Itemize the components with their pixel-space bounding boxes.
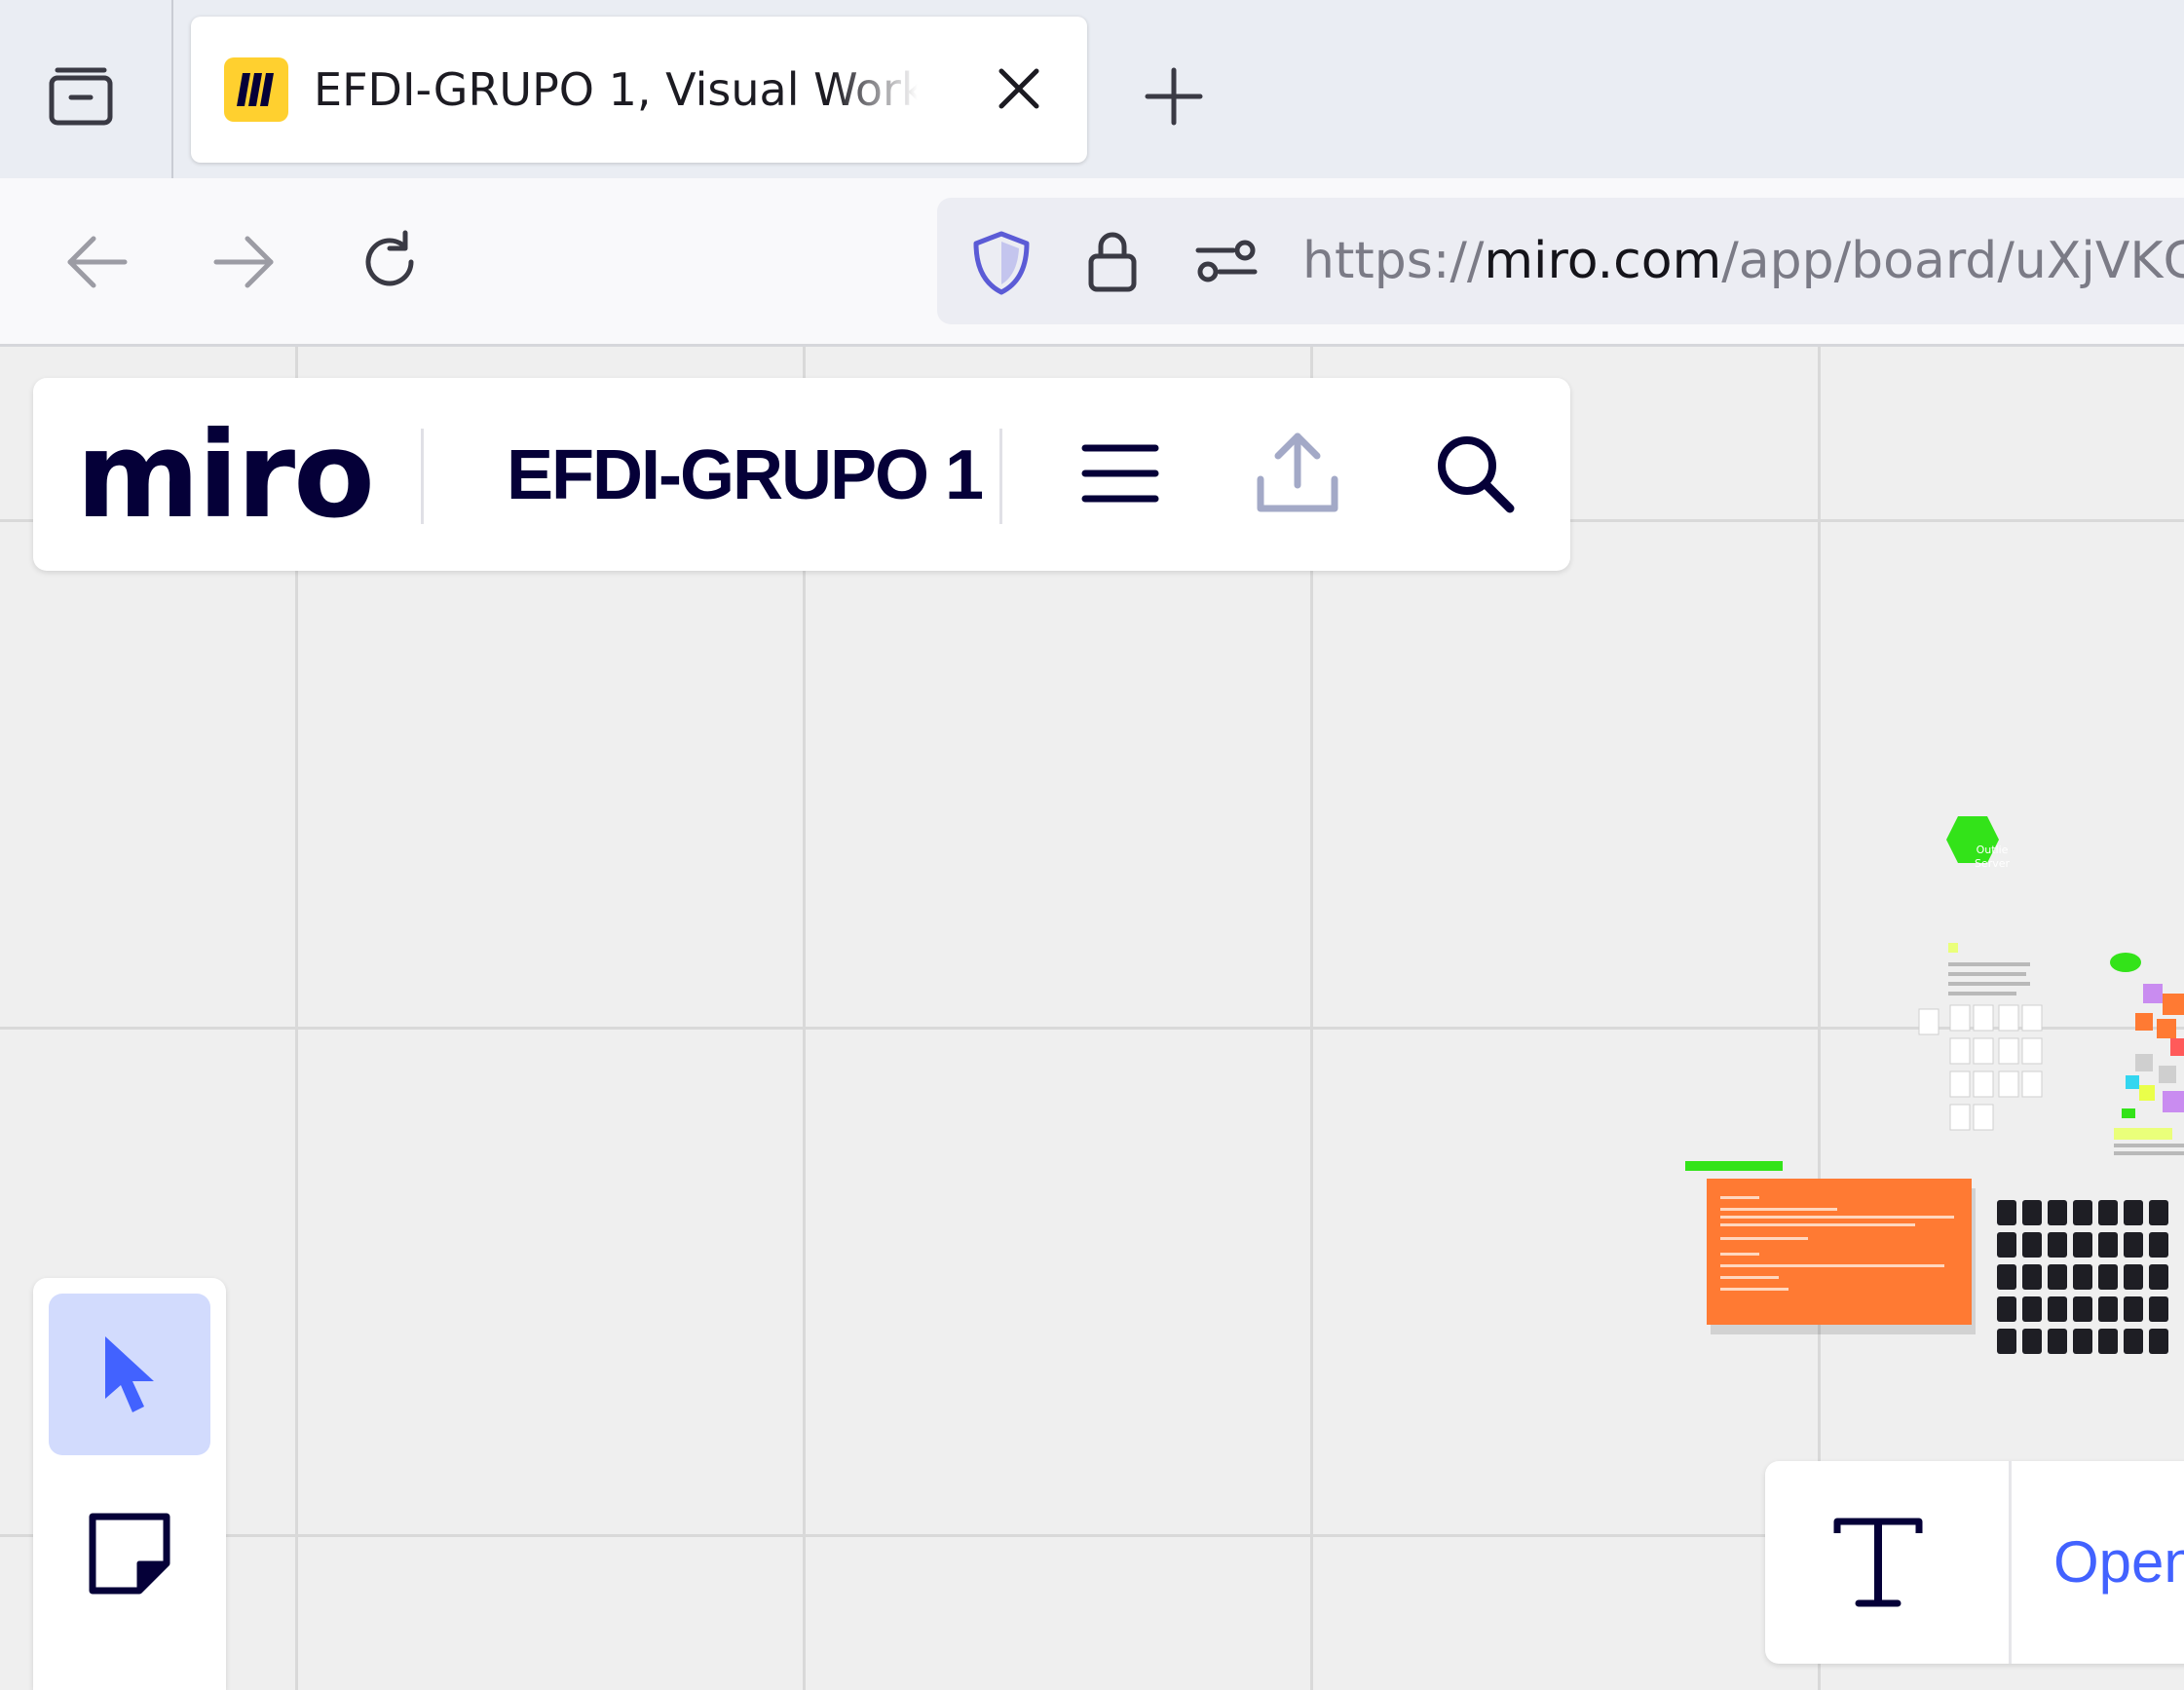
reload-button[interactable] xyxy=(355,227,425,297)
dark-card xyxy=(2098,1329,2118,1354)
dark-card xyxy=(2098,1296,2118,1322)
dark-card xyxy=(2022,1264,2042,1290)
colored-sticky-cluster xyxy=(2114,984,2184,1155)
small-green-oval xyxy=(2110,953,2141,972)
tab-title: EFDI-GRUPO 1, Visual Workspace for Innov… xyxy=(314,63,918,116)
dark-card xyxy=(2048,1232,2067,1258)
dark-card xyxy=(2073,1200,2092,1225)
dark-card-grid xyxy=(1997,1200,2168,1354)
dark-card xyxy=(2149,1329,2168,1354)
dark-card xyxy=(2048,1296,2067,1322)
dark-card xyxy=(1997,1232,2016,1258)
orange-sticky-note[interactable] xyxy=(1707,1179,1976,1334)
dark-card xyxy=(2073,1296,2092,1322)
dark-card xyxy=(2124,1232,2143,1258)
miro-top-bar: miro EFDI-GRUPO 1 xyxy=(33,378,1570,571)
dark-card xyxy=(2098,1200,2118,1225)
cursor-arrow-icon xyxy=(105,1336,154,1412)
dark-card xyxy=(2022,1296,2042,1322)
miro-logo[interactable]: miro xyxy=(76,407,375,544)
dark-card xyxy=(2124,1264,2143,1290)
text-lines-block xyxy=(1948,962,2030,995)
dark-card xyxy=(2022,1232,2042,1258)
dark-card xyxy=(2048,1329,2067,1354)
tab-close-button[interactable] xyxy=(992,61,1046,116)
select-tool-button[interactable] xyxy=(49,1294,210,1455)
hexagon-label-line2: Server xyxy=(1975,857,2011,870)
search-icon xyxy=(1438,436,1515,513)
dark-card xyxy=(1997,1200,2016,1225)
dark-card xyxy=(2022,1329,2042,1354)
dark-card xyxy=(2149,1232,2168,1258)
arrow-left-icon xyxy=(67,236,128,288)
dark-card xyxy=(2124,1329,2143,1354)
dark-card xyxy=(2098,1232,2118,1258)
tab-list-button[interactable] xyxy=(39,54,123,137)
open-button[interactable]: Open xyxy=(2053,1461,2184,1664)
plus-icon xyxy=(1145,67,1203,126)
tab-strip-divider xyxy=(171,0,173,178)
reload-icon xyxy=(365,230,414,286)
sticky-note-icon xyxy=(89,1513,170,1595)
browser-nav-bar: https://miro.com/app/board/uXjVKG xyxy=(0,178,2184,347)
permissions-icon xyxy=(1195,240,1258,282)
browser-tab-active[interactable]: EFDI-GRUPO 1, Visual Workspace for Innov… xyxy=(191,17,1087,163)
dark-card xyxy=(2073,1264,2092,1290)
creation-toolbar xyxy=(33,1278,226,1690)
dark-card xyxy=(2149,1200,2168,1225)
main-menu-button[interactable] xyxy=(1072,425,1169,522)
browser-tab-strip: EFDI-GRUPO 1, Visual Workspace for Innov… xyxy=(0,0,2184,178)
dark-card xyxy=(2098,1264,2118,1290)
lock-icon xyxy=(1088,232,1137,292)
topbar-divider xyxy=(421,429,424,524)
back-button[interactable] xyxy=(62,227,132,297)
close-icon xyxy=(998,68,1039,109)
text-icon xyxy=(1833,1518,1923,1607)
sticky-note-tool-button[interactable] xyxy=(49,1473,210,1634)
green-label-tag xyxy=(1685,1161,1783,1171)
new-tab-button[interactable] xyxy=(1140,62,1208,131)
dark-card xyxy=(2022,1200,2042,1225)
miro-favicon-icon xyxy=(224,57,288,122)
dark-card xyxy=(1997,1296,2016,1322)
dark-card xyxy=(2149,1296,2168,1322)
export-button[interactable] xyxy=(1249,425,1346,522)
wireframe-grid xyxy=(1918,1004,2043,1131)
hamburger-menu-icon xyxy=(1081,444,1159,503)
dark-card xyxy=(2073,1232,2092,1258)
shield-icon xyxy=(973,231,1030,295)
url-text: https://miro.com/app/board/uXjVKG xyxy=(1302,232,2184,290)
tab-list-icon xyxy=(49,67,113,126)
board-name[interactable]: EFDI-GRUPO 1 xyxy=(507,417,984,534)
forward-button[interactable] xyxy=(208,227,279,297)
search-button[interactable] xyxy=(1426,425,1524,522)
text-tool-button[interactable] xyxy=(1824,1510,1933,1619)
bottom-panel: Open xyxy=(1765,1461,2184,1664)
dark-card xyxy=(2124,1296,2143,1322)
address-bar[interactable]: https://miro.com/app/board/uXjVKG xyxy=(937,198,2184,324)
dark-card xyxy=(1997,1264,2016,1290)
dark-card xyxy=(2124,1200,2143,1225)
dark-card xyxy=(1997,1329,2016,1354)
topbar-divider xyxy=(999,429,1002,524)
dark-card xyxy=(2048,1264,2067,1290)
dark-card xyxy=(2048,1200,2067,1225)
dark-card xyxy=(2149,1264,2168,1290)
arrow-right-icon xyxy=(213,236,274,288)
hexagon-label-line1: Outlie xyxy=(1977,844,2009,856)
dark-card xyxy=(2073,1329,2092,1354)
bottom-panel-divider xyxy=(2009,1461,2012,1664)
upload-icon xyxy=(1257,432,1338,512)
